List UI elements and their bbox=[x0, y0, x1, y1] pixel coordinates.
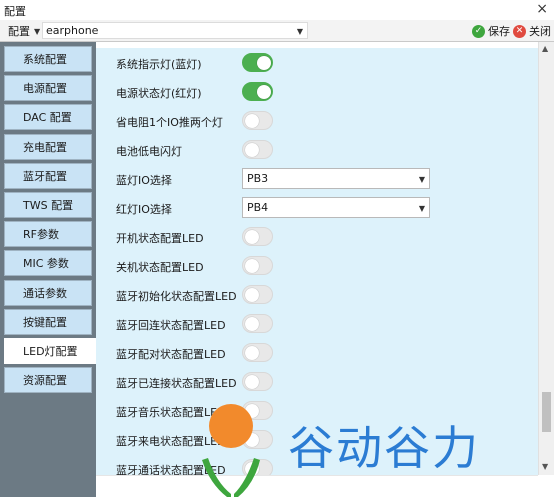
setting-row: 蓝牙已连接状态配置LED bbox=[96, 367, 538, 396]
setting-label: 关机状态配置LED bbox=[116, 261, 204, 274]
sidebar-item[interactable]: 蓝牙配置 bbox=[4, 162, 92, 189]
save-button[interactable]: ✓ 保存 bbox=[472, 23, 510, 39]
settings-panel: 系统指示灯(蓝灯) 电源状态灯(红灯) 省电阻1个IO推两个灯 电池低电闪灯 蓝灯IO选… bbox=[96, 42, 538, 475]
vertical-scrollbar[interactable]: ▲ ▼ bbox=[538, 42, 554, 475]
close-label: 关闭 bbox=[529, 25, 551, 38]
close-icon: ✕ bbox=[513, 24, 526, 38]
setting-label: 蓝灯IO选择 bbox=[116, 174, 172, 187]
toggle-knob bbox=[245, 114, 259, 128]
toggle-knob bbox=[245, 346, 259, 360]
setting-label: 蓝牙初始化状态配置LED bbox=[116, 290, 237, 303]
setting-row: 蓝牙通话状态配置LED bbox=[96, 454, 538, 475]
toggle-knob bbox=[257, 56, 271, 70]
setting-label: 蓝牙音乐状态配置LED bbox=[116, 406, 226, 419]
sidebar: 系统配置电源配置 DAC 配置 充电配置 蓝牙配置 TWS 配置 RF参数 MIC 参数 通话… bbox=[0, 42, 96, 497]
setting-label: 蓝牙回连状态配置LED bbox=[116, 319, 226, 332]
setting-row: 关机状态配置LED bbox=[96, 251, 538, 280]
toggle-knob bbox=[245, 143, 259, 157]
chevron-down-icon: ▼ bbox=[418, 175, 425, 184]
setting-toggle[interactable] bbox=[242, 111, 273, 130]
setting-toggle[interactable] bbox=[242, 227, 273, 246]
toggle-knob bbox=[245, 230, 259, 244]
sidebar-item[interactable]: 充电配置 bbox=[4, 133, 92, 160]
setting-row: 蓝牙来电状态配置LED bbox=[96, 425, 538, 454]
setting-row: 省电阻1个IO推两个灯 bbox=[96, 106, 538, 135]
setting-toggle[interactable] bbox=[242, 82, 273, 101]
scroll-up-icon[interactable]: ▲ bbox=[542, 44, 548, 53]
setting-toggle[interactable] bbox=[242, 140, 273, 159]
setting-row: 电池低电闪灯 bbox=[96, 135, 538, 164]
setting-toggle[interactable] bbox=[242, 343, 273, 362]
sidebar-item[interactable]: LED灯配置 bbox=[4, 338, 96, 364]
scrollbar-thumb[interactable] bbox=[542, 392, 551, 432]
setting-row: 蓝牙初始化状态配置LED bbox=[96, 280, 538, 309]
horizontal-scrollbar[interactable] bbox=[96, 475, 538, 497]
setting-label: 蓝牙通话状态配置LED bbox=[116, 464, 226, 475]
config-menu-label: 配置 bbox=[8, 25, 30, 38]
toggle-knob bbox=[245, 404, 259, 418]
setting-label: 开机状态配置LED bbox=[116, 232, 204, 245]
setting-label: 电池低电闪灯 bbox=[116, 145, 182, 158]
toggle-knob bbox=[245, 462, 259, 475]
setting-toggle[interactable] bbox=[242, 285, 273, 304]
setting-row: 电源状态灯(红灯) bbox=[96, 77, 538, 106]
chevron-down-icon: ▼ bbox=[34, 26, 41, 36]
setting-toggle[interactable] bbox=[242, 372, 273, 391]
toggle-knob bbox=[245, 317, 259, 331]
setting-row: 蓝灯IO选择 PB3 ▼ bbox=[96, 164, 538, 193]
setting-toggle[interactable] bbox=[242, 430, 273, 449]
sidebar-item[interactable]: 系统配置 bbox=[4, 46, 92, 72]
scroll-down-icon[interactable]: ▼ bbox=[542, 462, 548, 471]
setting-toggle[interactable] bbox=[242, 53, 273, 72]
device-select[interactable]: earphone ▼ bbox=[42, 22, 308, 39]
setting-row: 系统指示灯(蓝灯) bbox=[96, 48, 538, 77]
setting-toggle[interactable] bbox=[242, 314, 273, 333]
save-label: 保存 bbox=[488, 25, 510, 38]
setting-label: 省电阻1个IO推两个灯 bbox=[116, 116, 223, 129]
toggle-knob bbox=[245, 259, 259, 273]
setting-label: 蓝牙已连接状态配置LED bbox=[116, 377, 237, 390]
close-button[interactable]: ✕ 关闭 bbox=[513, 23, 551, 39]
sidebar-item[interactable]: MIC 参数 bbox=[4, 250, 92, 277]
setting-label: 蓝牙配对状态配置LED bbox=[116, 348, 226, 361]
sidebar-item[interactable]: RF参数 bbox=[4, 221, 92, 248]
setting-row: 蓝牙回连状态配置LED bbox=[96, 309, 538, 338]
setting-toggle[interactable] bbox=[242, 459, 273, 475]
check-icon: ✓ bbox=[472, 24, 485, 38]
sidebar-item[interactable]: 通话参数 bbox=[4, 279, 92, 306]
setting-label: 电源状态灯(红灯) bbox=[116, 87, 202, 100]
config-menu-button[interactable]: 配置 ▼ bbox=[4, 23, 44, 39]
chevron-down-icon: ▼ bbox=[418, 204, 425, 213]
sidebar-item[interactable]: TWS 配置 bbox=[4, 192, 92, 218]
setting-label: 系统指示灯(蓝灯) bbox=[116, 58, 202, 71]
setting-toggle[interactable] bbox=[242, 256, 273, 275]
setting-toggle[interactable] bbox=[242, 401, 273, 420]
setting-row: 蓝牙音乐状态配置LED bbox=[96, 396, 538, 425]
toggle-knob bbox=[245, 433, 259, 447]
window-titlebar: 配置 × bbox=[0, 0, 554, 20]
sidebar-item[interactable]: 电源配置 bbox=[4, 75, 92, 102]
device-select-value: earphone bbox=[46, 24, 99, 37]
sidebar-item[interactable]: DAC 配置 bbox=[4, 104, 92, 131]
toggle-knob bbox=[245, 288, 259, 302]
toggle-knob bbox=[257, 85, 271, 99]
toggle-knob bbox=[245, 375, 259, 389]
setting-select[interactable]: PB4 ▼ bbox=[242, 197, 430, 218]
setting-select-value: PB4 bbox=[247, 201, 269, 214]
setting-row: 红灯IO选择 PB4 ▼ bbox=[96, 193, 538, 222]
setting-select-value: PB3 bbox=[247, 172, 269, 185]
window-title: 配置 bbox=[4, 5, 26, 18]
setting-label: 红灯IO选择 bbox=[116, 203, 172, 216]
window-close-button[interactable]: × bbox=[536, 1, 548, 17]
chevron-down-icon: ▼ bbox=[296, 27, 303, 36]
setting-row: 蓝牙配对状态配置LED bbox=[96, 338, 538, 367]
setting-label: 蓝牙来电状态配置LED bbox=[116, 435, 226, 448]
sidebar-item[interactable]: 按键配置 bbox=[4, 308, 92, 335]
setting-row: 开机状态配置LED bbox=[96, 222, 538, 251]
toolbar: 配置 ▼ earphone ▼ ✓ 保存 ✕ 关闭 bbox=[0, 20, 554, 42]
sidebar-item[interactable]: 资源配置 bbox=[4, 367, 92, 394]
setting-select[interactable]: PB3 ▼ bbox=[242, 168, 430, 189]
